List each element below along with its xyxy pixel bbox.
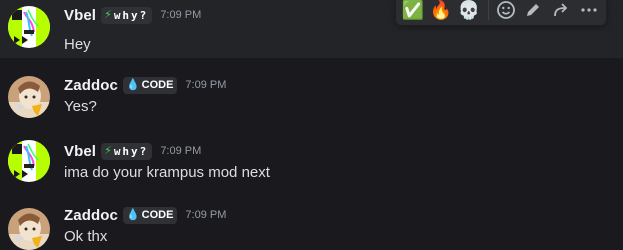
message-text: Ok thx (64, 228, 108, 245)
avatar-vbel[interactable] (8, 6, 50, 48)
message-header: Vbel ⚡ why? 7:09 PM (64, 140, 201, 162)
zaddoc-avatar-image (8, 208, 50, 250)
username[interactable]: Vbel (64, 7, 96, 24)
username[interactable]: Zaddoc (64, 77, 118, 94)
fire-emoji-reaction[interactable]: 🔥 (428, 0, 454, 23)
lightning-icon: ⚡ (104, 144, 112, 157)
message-header: Zaddoc 💧 CODE 7:09 PM (64, 74, 226, 96)
message-text: Yes? (64, 98, 97, 115)
toolbar-divider (487, 0, 489, 20)
flame-icon: 💧 (125, 78, 140, 91)
user-tag-text: CODE (141, 209, 174, 221)
edit-icon[interactable] (520, 0, 546, 23)
skull-emoji-reaction[interactable]: 💀 (456, 0, 482, 23)
lightning-icon: ⚡ (104, 8, 112, 21)
timestamp[interactable]: 7:09 PM (160, 9, 201, 21)
add-reaction-icon[interactable] (493, 0, 519, 23)
user-tag[interactable]: 💧 CODE (122, 206, 178, 224)
user-tag-text: why? (113, 8, 149, 22)
zaddoc-avatar-image (8, 76, 50, 118)
user-tag[interactable]: ⚡ why? (101, 6, 153, 24)
forward-icon[interactable] (548, 0, 574, 23)
user-tag-text: why? (113, 144, 149, 158)
flame-icon: 💧 (125, 208, 140, 221)
message-3[interactable]: Vbel ⚡ why? 7:09 PM ima do your krampus … (0, 132, 623, 190)
user-tag[interactable]: 💧 CODE (122, 76, 178, 94)
username[interactable]: Zaddoc (64, 207, 118, 224)
message-text: Hey (64, 36, 91, 53)
timestamp[interactable]: 7:09 PM (185, 209, 226, 221)
vbel-avatar-image (8, 140, 50, 182)
user-tag[interactable]: ⚡ why? (101, 142, 153, 160)
message-text: ima do your krampus mod next (64, 164, 270, 181)
avatar-zaddoc[interactable] (8, 76, 50, 118)
message-header: Vbel ⚡ why? 7:09 PM (64, 4, 201, 26)
vbel-avatar-image (8, 6, 50, 48)
message-actions-toolbar: ✅ 🔥 💀 (395, 0, 607, 26)
message-header: Zaddoc 💧 CODE 7:09 PM (64, 204, 226, 226)
username[interactable]: Vbel (64, 143, 96, 160)
timestamp[interactable]: 7:09 PM (160, 145, 201, 157)
message-2[interactable]: Zaddoc 💧 CODE 7:09 PM Yes? (0, 66, 623, 124)
check-mark-emoji-reaction[interactable]: ✅ (400, 0, 426, 23)
message-4[interactable]: Zaddoc 💧 CODE 7:09 PM Ok thx (0, 196, 623, 250)
more-icon[interactable] (576, 0, 602, 23)
timestamp[interactable]: 7:09 PM (185, 79, 226, 91)
avatar-zaddoc[interactable] (8, 208, 50, 250)
avatar-vbel[interactable] (8, 140, 50, 182)
message-1[interactable]: Vbel ⚡ why? 7:09 PM Hey ✅ 🔥 💀 (0, 0, 623, 58)
user-tag-text: CODE (141, 79, 174, 91)
